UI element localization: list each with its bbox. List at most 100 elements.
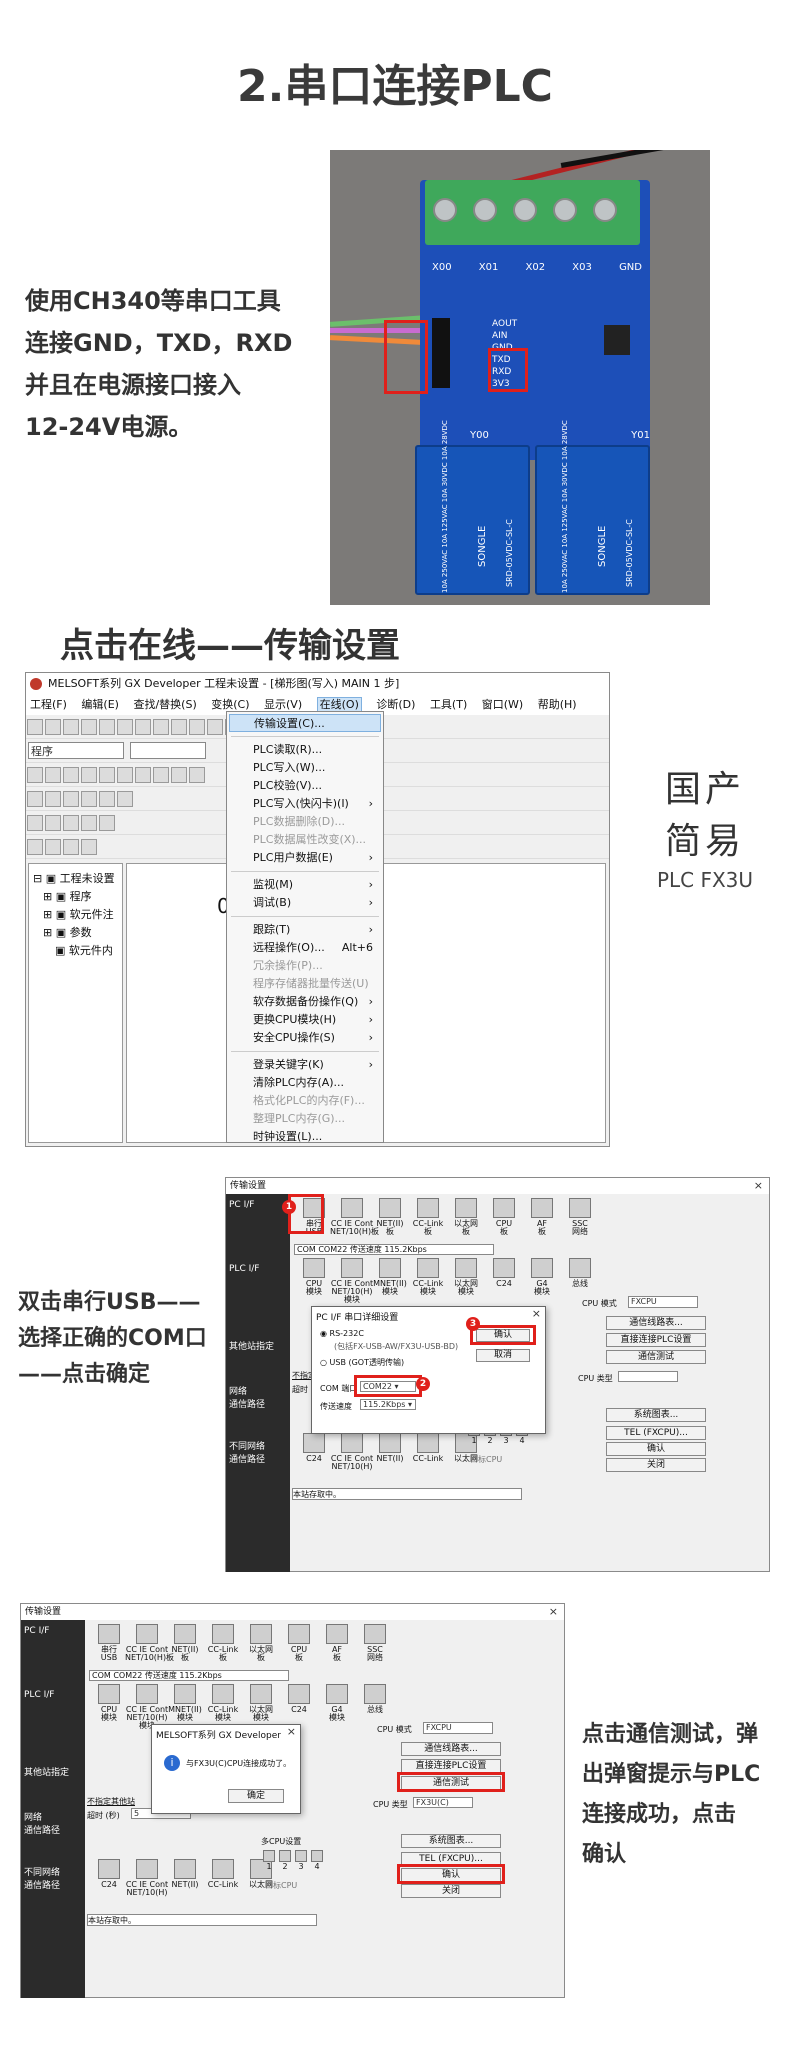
alias-icon[interactable] — [117, 791, 133, 807]
online-menu-item[interactable]: 监视(M) › — [229, 876, 381, 894]
contact-parallel-icon[interactable] — [63, 767, 79, 783]
close-icon[interactable]: × — [532, 1307, 541, 1320]
rs232c-radio[interactable]: ◉ RS-232C — [320, 1329, 364, 1338]
online-menu-item[interactable]: 安全CPU操作(S) › — [229, 1029, 381, 1047]
program-combo[interactable]: 程序 — [28, 742, 124, 759]
comm-route-button[interactable]: 通信线路表... — [606, 1316, 706, 1330]
find-icon[interactable] — [189, 719, 205, 735]
tree-root[interactable]: ⊟ ▣ 工程未设置 — [33, 870, 118, 888]
instruction-icon[interactable] — [117, 767, 133, 783]
comm-route-button[interactable]: 通信线路表... — [401, 1742, 501, 1756]
pulse-icon[interactable] — [171, 767, 187, 783]
contact-parallel-nc-icon[interactable] — [81, 767, 97, 783]
paste-icon[interactable] — [135, 719, 151, 735]
cpu-type-field[interactable] — [618, 1371, 678, 1382]
system-image-button[interactable]: 系统图表... — [606, 1408, 706, 1422]
tree-item-device-comment[interactable]: ⊞ ▣ 软元件注 — [33, 906, 118, 924]
vline-icon[interactable] — [153, 767, 169, 783]
online-menu-item[interactable]: 清除PLC内存(A)... — [229, 1074, 381, 1092]
contact-icon[interactable] — [27, 767, 43, 783]
usb-got-radio[interactable]: ○ USB (GOT透明传输) — [320, 1357, 404, 1368]
statement-icon[interactable] — [81, 791, 97, 807]
open-icon[interactable] — [45, 719, 61, 735]
menu-tools[interactable]: 工具(T) — [430, 698, 467, 711]
pc-if-option[interactable]: SSC 网络 — [558, 1198, 602, 1236]
menu-window[interactable]: 窗口(W) — [482, 698, 523, 711]
direct-plc-button[interactable]: 直接连接PLC设置 — [606, 1333, 706, 1347]
coil-icon[interactable] — [99, 767, 115, 783]
online-menu-item[interactable]: 调试(B) › — [229, 894, 381, 912]
no-other-station[interactable]: 不指定其他站 — [87, 1796, 135, 1807]
undo-icon[interactable] — [153, 719, 169, 735]
online-menu-item[interactable]: PLC写入(W)... — [229, 759, 381, 777]
plc-if-option[interactable]: 总线 — [558, 1258, 602, 1288]
close-button[interactable]: 关闭 — [606, 1458, 706, 1472]
tool-icon[interactable] — [27, 815, 43, 831]
tool-icon[interactable] — [45, 815, 61, 831]
menu-view[interactable]: 显示(V) — [264, 698, 302, 711]
copy-icon[interactable] — [117, 719, 133, 735]
tool-icon[interactable] — [27, 839, 43, 855]
note-icon[interactable] — [99, 791, 115, 807]
pc-if-option[interactable]: SSC 网络 — [353, 1624, 397, 1662]
online-menu-item[interactable]: 传输设置(C)... — [229, 714, 381, 732]
online-menu-item[interactable]: PLC读取(R)... — [229, 741, 381, 759]
save-icon[interactable] — [63, 719, 79, 735]
menu-convert[interactable]: 变换(C) — [211, 698, 249, 711]
tool-icon[interactable] — [99, 815, 115, 831]
new-icon[interactable] — [27, 719, 43, 735]
cpu-type-field[interactable]: FX3U(C) — [413, 1797, 473, 1808]
cancel-button[interactable]: 取消 — [476, 1349, 530, 1362]
monitor-icon[interactable] — [27, 791, 43, 807]
tool-icon[interactable] — [63, 839, 79, 855]
online-menu-item[interactable]: 远程操作(O)... Alt+6 — [229, 939, 381, 957]
online-menu-item[interactable]: 跟踪(T) › — [229, 921, 381, 939]
multi-cpu-slot[interactable]: 2 — [279, 1850, 291, 1871]
close-icon[interactable]: × — [287, 1725, 296, 1738]
tree-item-device-memory[interactable]: ▣ 软元件内 — [33, 942, 118, 960]
print-icon[interactable] — [81, 719, 97, 735]
cpu-mode-field[interactable]: FXCPU — [423, 1722, 493, 1734]
redo-icon[interactable] — [171, 719, 187, 735]
tool-icon[interactable] — [63, 815, 79, 831]
debug-icon[interactable] — [45, 791, 61, 807]
cut-icon[interactable] — [99, 719, 115, 735]
multi-cpu-slot[interactable]: 3 — [295, 1850, 307, 1871]
device-combo[interactable] — [130, 742, 206, 759]
menu-project[interactable]: 工程(F) — [30, 698, 67, 711]
close-button[interactable]: 关闭 — [401, 1884, 501, 1898]
close-icon[interactable]: × — [549, 1605, 558, 1618]
system-image-button[interactable]: 系统图表... — [401, 1834, 501, 1848]
menu-edit[interactable]: 编辑(E) — [81, 698, 119, 711]
menu-online[interactable]: 在线(O) — [316, 697, 362, 712]
online-menu-item[interactable]: PLC校验(V)... — [229, 777, 381, 795]
comm-test-button[interactable]: 通信测试 — [606, 1350, 706, 1364]
online-menu-item[interactable]: 登录关键字(K) › — [229, 1056, 381, 1074]
tool-icon[interactable] — [45, 839, 61, 855]
ok-button[interactable]: 确定 — [228, 1789, 284, 1803]
hline-icon[interactable] — [135, 767, 151, 783]
pulse-fall-icon[interactable] — [189, 767, 205, 783]
close-icon[interactable]: × — [754, 1179, 763, 1192]
menu-diagnose[interactable]: 诊断(D) — [376, 698, 415, 711]
comment-icon[interactable] — [63, 791, 79, 807]
read-icon[interactable] — [207, 719, 223, 735]
tool-icon[interactable] — [81, 839, 97, 855]
online-menu-item[interactable]: 软存数据备份操作(Q) › — [229, 993, 381, 1011]
baud-rate-select[interactable]: 115.2Kbps ▾ — [360, 1399, 416, 1410]
multi-cpu-slot[interactable]: 4 — [311, 1850, 323, 1871]
direct-plc-button[interactable]: 直接连接PLC设置 — [401, 1759, 501, 1773]
tree-item-program[interactable]: ⊞ ▣ 程序 — [33, 888, 118, 906]
online-menu-item[interactable]: 时钟设置(L)... — [229, 1128, 381, 1146]
online-menu-item[interactable]: PLC写入(快闪卡)(I) › — [229, 795, 381, 813]
online-menu-item[interactable]: 更换CPU模块(H) › — [229, 1011, 381, 1029]
tree-item-parameter[interactable]: ⊞ ▣ 参数 — [33, 924, 118, 942]
confirm-button[interactable]: 确认 — [606, 1442, 706, 1456]
menu-help[interactable]: 帮助(H) — [538, 698, 577, 711]
tel-button[interactable]: TEL (FXCPU)... — [606, 1426, 706, 1440]
multi-cpu-slot[interactable]: 1 — [263, 1850, 275, 1871]
cpu-mode-field[interactable]: FXCPU — [628, 1296, 698, 1308]
menu-find[interactable]: 查找/替换(S) — [133, 698, 196, 711]
online-menu-item[interactable]: PLC用户数据(E) › — [229, 849, 381, 867]
plc-if-option[interactable]: 总线 — [353, 1684, 397, 1714]
